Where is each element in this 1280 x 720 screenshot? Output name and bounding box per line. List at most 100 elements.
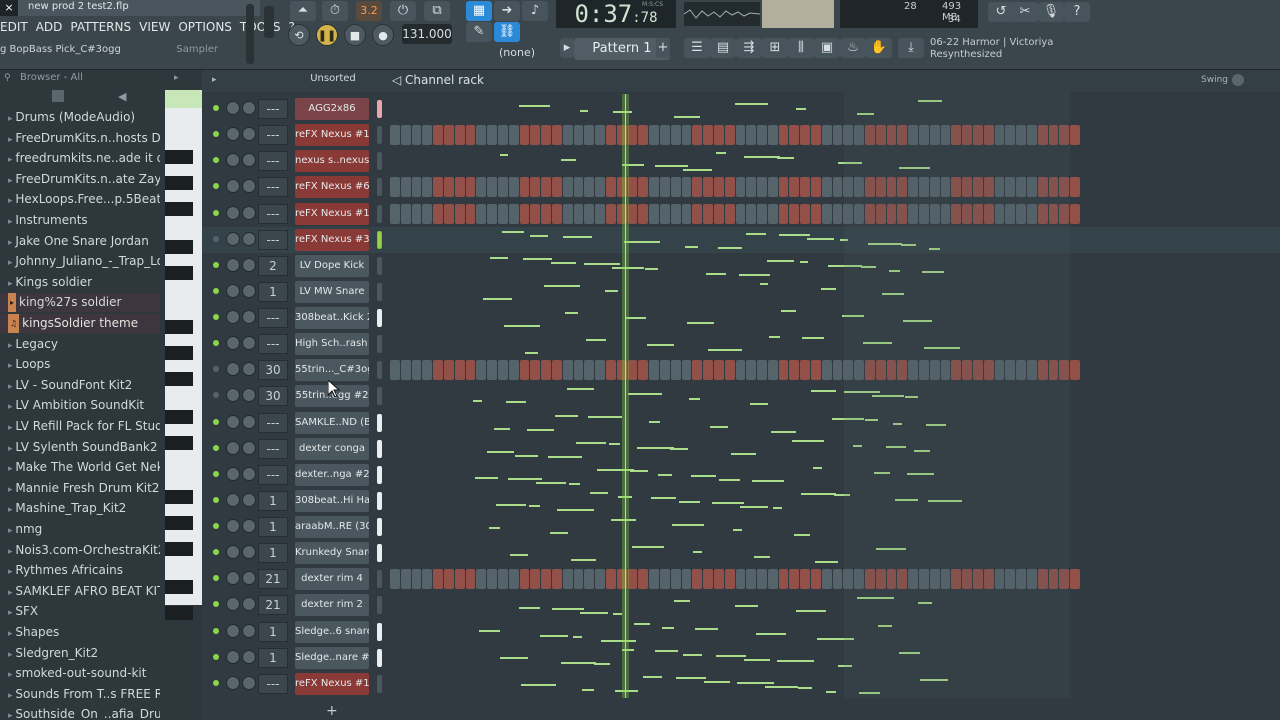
channel-mute-led[interactable] bbox=[213, 496, 219, 503]
piano-roll-preview[interactable] bbox=[390, 96, 1280, 122]
channel-name-button[interactable]: SAMKLE..ND (B) bbox=[295, 411, 369, 434]
channel-pan-knob[interactable] bbox=[226, 283, 240, 298]
step-button[interactable] bbox=[443, 360, 454, 381]
step-button[interactable] bbox=[422, 203, 433, 224]
piano-black-key[interactable] bbox=[165, 516, 193, 530]
step-button[interactable] bbox=[562, 177, 573, 198]
channel-row[interactable]: 2 LV Dope Kick bbox=[202, 253, 1280, 279]
step-button[interactable] bbox=[497, 360, 508, 381]
channel-row[interactable]: 1 araabM..RE (30) bbox=[202, 514, 1280, 540]
browser-item[interactable]: ▸ Jake One Snare Jordan bbox=[0, 232, 160, 251]
step-button[interactable] bbox=[713, 569, 724, 590]
piano-black-key[interactable] bbox=[165, 372, 193, 386]
step-button[interactable] bbox=[757, 569, 767, 590]
plugin-picker-icon[interactable]: ▣ bbox=[814, 38, 840, 58]
step-button[interactable] bbox=[800, 203, 811, 224]
piano-black-key[interactable] bbox=[165, 410, 193, 424]
step-button[interactable] bbox=[778, 177, 789, 198]
channel-pan-knob[interactable] bbox=[226, 179, 240, 194]
step-button[interactable] bbox=[778, 360, 789, 381]
mixer-track-number[interactable]: 30 bbox=[258, 360, 288, 381]
step-button[interactable] bbox=[800, 569, 811, 590]
playlist-icon[interactable]: ☰ bbox=[684, 38, 710, 58]
step-button[interactable] bbox=[476, 203, 487, 224]
channel-name-button[interactable]: 308beat..Hi Hat bbox=[295, 489, 369, 512]
browser-item[interactable]: ▸ Legacy bbox=[0, 335, 160, 354]
channel-pan-knob[interactable] bbox=[226, 205, 240, 220]
step-button[interactable] bbox=[778, 569, 789, 590]
step-button[interactable] bbox=[465, 569, 476, 590]
mixer-track-number[interactable]: --- bbox=[258, 151, 288, 172]
step-button[interactable] bbox=[562, 125, 573, 146]
news-panel[interactable]: 06-22 Harmor | Victoriya Resynthesized bbox=[924, 33, 1074, 63]
step-button[interactable] bbox=[681, 360, 692, 381]
step-button[interactable] bbox=[703, 125, 713, 146]
channel-name-button[interactable]: reFX Nexus #14 bbox=[295, 202, 369, 225]
step-button[interactable] bbox=[789, 203, 800, 224]
step-button[interactable] bbox=[519, 203, 530, 224]
channel-row[interactable]: --- dexter..nga #2 bbox=[202, 462, 1280, 488]
step-button[interactable] bbox=[465, 125, 476, 146]
piano-roll-icon[interactable]: ▦ bbox=[466, 1, 492, 21]
step-button[interactable] bbox=[605, 177, 616, 198]
mixer-track-number[interactable]: 30 bbox=[258, 386, 288, 407]
channel-volume-knob[interactable] bbox=[242, 597, 256, 612]
step-button[interactable] bbox=[724, 360, 735, 381]
channel-name-button[interactable]: dexter rim 2 bbox=[295, 594, 369, 617]
undo-icon[interactable]: ↺ bbox=[988, 2, 1014, 22]
menu-add[interactable]: ADD bbox=[36, 20, 63, 34]
touch-controller-icon[interactable]: ✋ bbox=[866, 38, 892, 58]
step-button[interactable] bbox=[767, 360, 778, 381]
browser-item[interactable]: ▸ Mashine_Trap_Kit2 bbox=[0, 499, 160, 518]
step-button[interactable] bbox=[541, 203, 551, 224]
browser-file-icon[interactable] bbox=[52, 90, 64, 102]
channel-mute-led[interactable] bbox=[213, 366, 219, 373]
search-icon[interactable]: ⚲ bbox=[4, 73, 11, 83]
step-button[interactable] bbox=[724, 203, 735, 224]
mixer-track-number[interactable]: 1 bbox=[258, 490, 288, 511]
channel-volume-knob[interactable] bbox=[242, 205, 256, 220]
channel-volume-knob[interactable] bbox=[242, 571, 256, 586]
channel-pan-knob[interactable] bbox=[226, 545, 240, 560]
step-button[interactable] bbox=[551, 360, 562, 381]
step-button[interactable] bbox=[605, 203, 616, 224]
step-button[interactable] bbox=[605, 360, 616, 381]
channel-select-toggle[interactable] bbox=[377, 544, 382, 563]
step-button[interactable] bbox=[767, 177, 778, 198]
channel-volume-knob[interactable] bbox=[242, 519, 256, 534]
help-icon[interactable]: ? bbox=[1064, 2, 1090, 22]
channel-row[interactable]: --- AGG2x86 bbox=[202, 96, 1280, 122]
step-button[interactable] bbox=[649, 569, 659, 590]
browser-item[interactable]: ▸ king%27s soldier bbox=[0, 293, 160, 313]
browser-item[interactable]: ▸ Johnny_Juliano_-_Trap_Lord_Kit bbox=[0, 252, 160, 271]
channel-pan-knob[interactable] bbox=[226, 388, 240, 403]
mixer-track-number[interactable]: --- bbox=[258, 99, 288, 119]
step-button[interactable] bbox=[638, 177, 649, 198]
step-button[interactable] bbox=[454, 360, 465, 381]
piano-black-key[interactable] bbox=[165, 240, 193, 254]
step-button[interactable] bbox=[465, 203, 476, 224]
step-button[interactable] bbox=[778, 125, 789, 146]
mixer-track-number[interactable]: 2 bbox=[258, 255, 288, 276]
channel-volume-knob[interactable] bbox=[242, 310, 256, 325]
browser-item[interactable]: ▸ Sledgren_Kit2 bbox=[0, 644, 160, 663]
step-button[interactable] bbox=[573, 125, 584, 146]
step-button[interactable] bbox=[530, 569, 541, 590]
arrow-icon[interactable]: ➜ bbox=[494, 1, 520, 21]
browser-item[interactable]: ▸ LV Refill Pack for FL Studio bbox=[0, 417, 160, 436]
step-button[interactable] bbox=[530, 203, 541, 224]
channel-mute-led[interactable] bbox=[213, 444, 219, 451]
channel-select-toggle[interactable] bbox=[377, 387, 382, 406]
step-button[interactable] bbox=[411, 125, 422, 146]
step-button[interactable] bbox=[573, 203, 584, 224]
piano-roll-view-icon[interactable]: ⇶ bbox=[736, 38, 762, 58]
channel-mute-led[interactable] bbox=[213, 261, 219, 268]
microphone-icon[interactable]: 🎙 bbox=[1038, 2, 1064, 22]
speaker-icon[interactable]: ◀ bbox=[118, 90, 126, 103]
pause-button[interactable]: ❚❚ bbox=[316, 24, 338, 46]
channel-select-toggle[interactable] bbox=[377, 178, 382, 197]
step-button[interactable] bbox=[767, 569, 778, 590]
mixer-track-number[interactable]: --- bbox=[258, 177, 288, 198]
step-button[interactable] bbox=[735, 177, 746, 198]
step-button[interactable] bbox=[541, 569, 551, 590]
